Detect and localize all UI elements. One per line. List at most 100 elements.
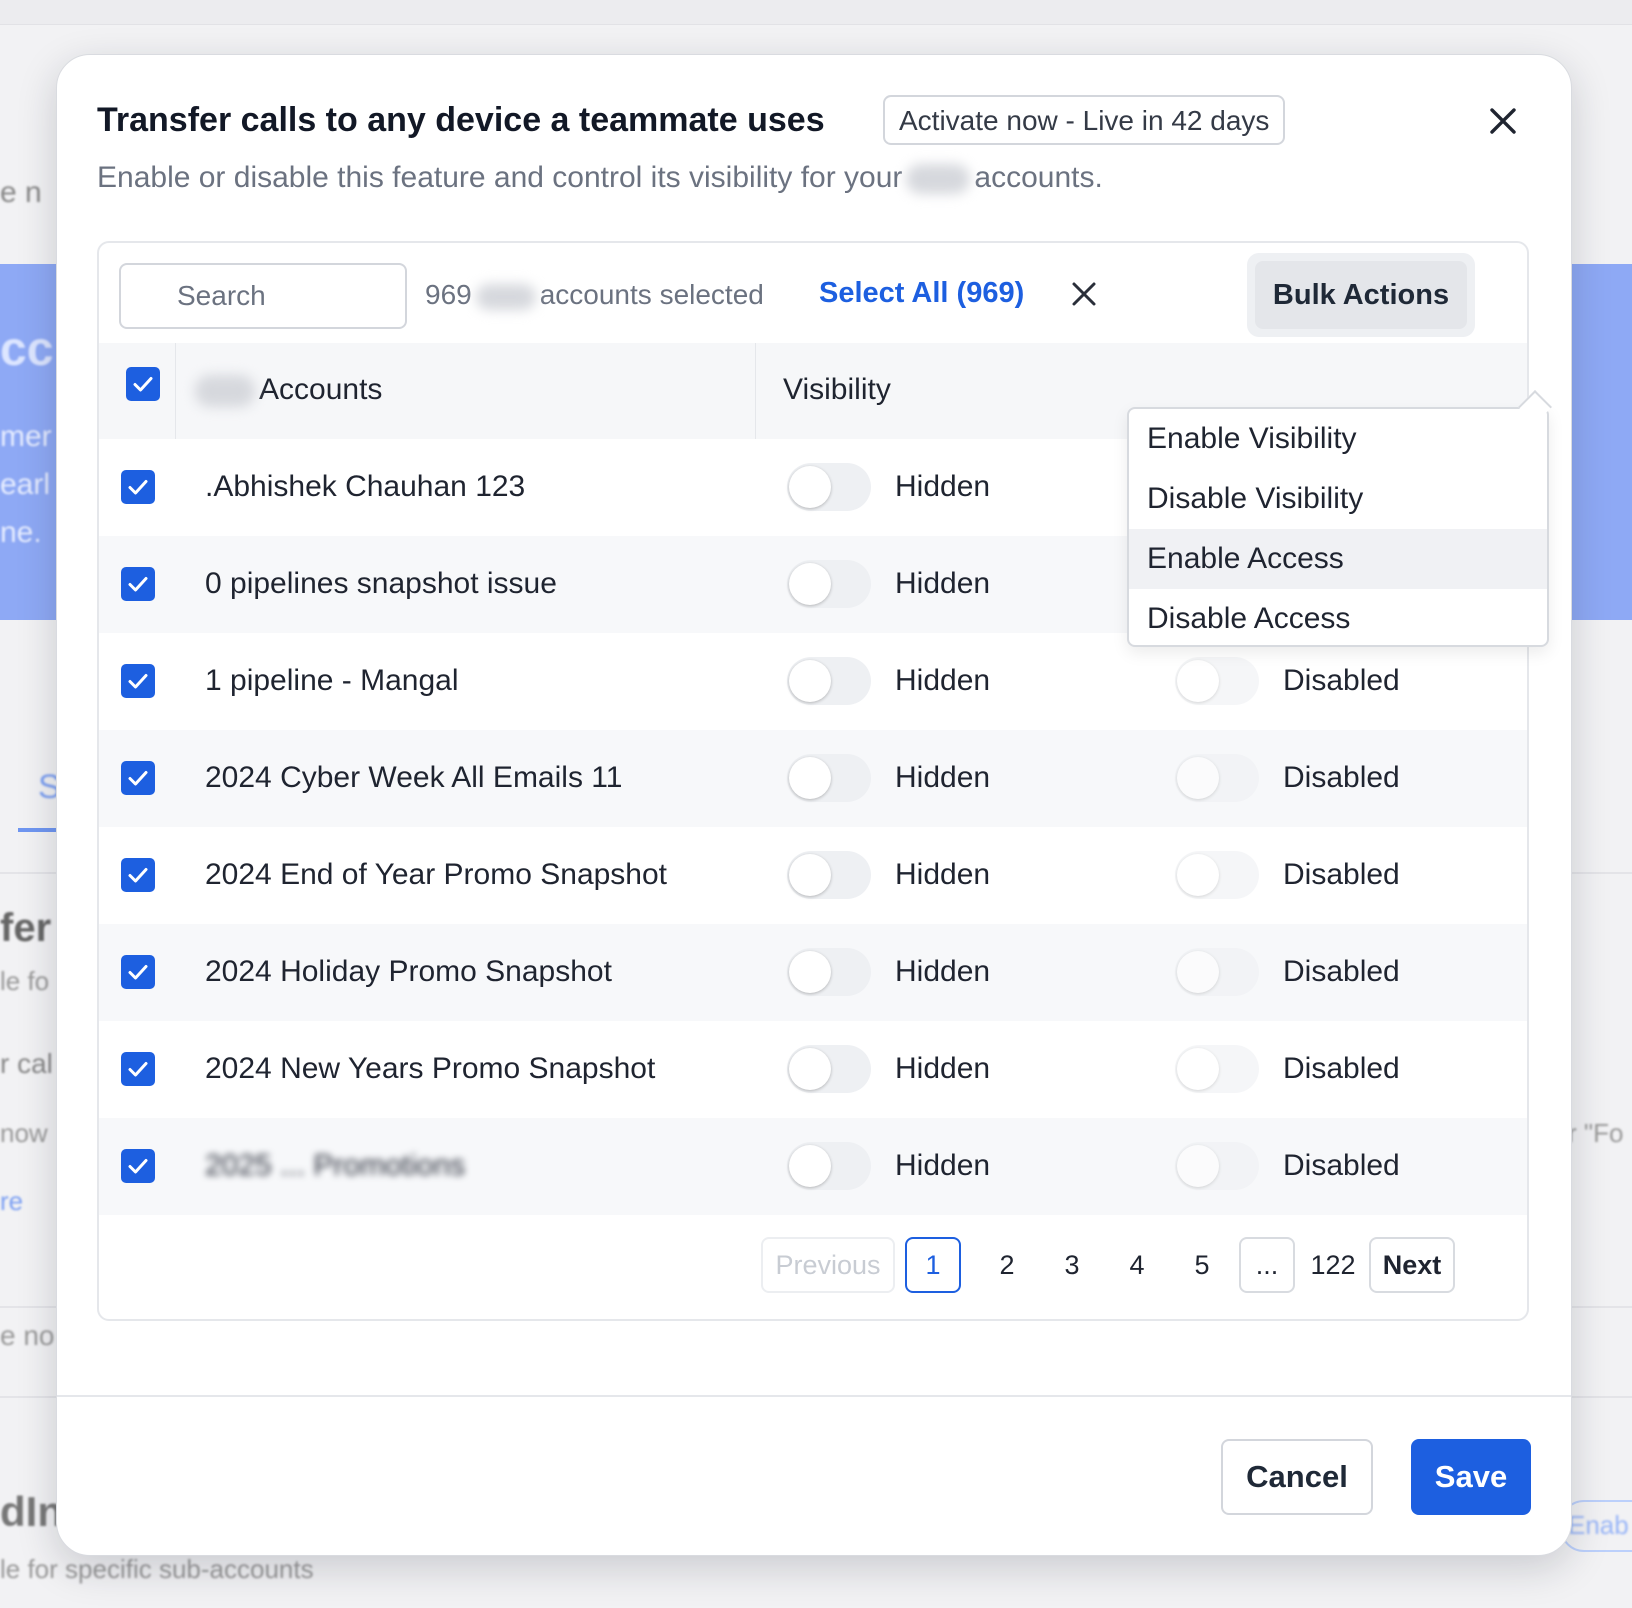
bulk-actions-menu: Enable Visibility Disable Visibility Ena… xyxy=(1127,407,1549,647)
toggle-knob xyxy=(1177,1048,1219,1090)
page-button-current[interactable]: 1 xyxy=(905,1237,961,1293)
clear-selection-icon[interactable] xyxy=(1069,279,1099,309)
visibility-status: Hidden xyxy=(895,470,991,503)
selection-count: 969 accounts selected xyxy=(425,279,764,311)
toggle-knob xyxy=(789,466,831,508)
background-text: Enab xyxy=(1568,1510,1629,1540)
bulk-actions-focus-ring: Bulk Actions xyxy=(1247,253,1475,337)
table-row: 2024 End of Year Promo Snapshot Hidden D… xyxy=(99,827,1527,924)
access-status: Disabled xyxy=(1283,1149,1400,1182)
toggle-knob xyxy=(1177,951,1219,993)
access-status: Disabled xyxy=(1283,664,1400,697)
background-text: dIn xyxy=(0,1488,63,1535)
background-text: r cal xyxy=(0,1048,53,1079)
toggle-knob xyxy=(789,660,831,702)
background-text: e no xyxy=(0,1320,55,1351)
close-icon[interactable] xyxy=(1485,103,1521,139)
row-checkbox[interactable] xyxy=(121,1052,155,1086)
toggle-knob xyxy=(1177,757,1219,799)
visibility-toggle[interactable] xyxy=(787,851,871,899)
redacted-text xyxy=(195,375,255,408)
access-toggle[interactable] xyxy=(1175,948,1259,996)
background-text: e n xyxy=(0,176,42,209)
bulk-actions-button[interactable]: Bulk Actions xyxy=(1255,261,1467,329)
table-row: 2024 New Years Promo Snapshot Hidden Dis… xyxy=(99,1021,1527,1118)
table-row: 2024 Cyber Week All Emails 11 Hidden Dis… xyxy=(99,730,1527,827)
row-checkbox[interactable] xyxy=(121,664,155,698)
background-text: fer xyxy=(0,906,52,950)
activation-badge: Activate now - Live in 42 days xyxy=(883,95,1286,145)
background-topbar xyxy=(0,0,1632,25)
access-toggle[interactable] xyxy=(1175,1045,1259,1093)
row-checkbox[interactable] xyxy=(121,761,155,795)
checkmark-icon xyxy=(128,674,148,689)
page-ellipsis-button[interactable]: ... xyxy=(1239,1237,1295,1293)
access-status: Disabled xyxy=(1283,761,1400,794)
column-divider xyxy=(755,343,756,439)
access-toggle[interactable] xyxy=(1175,754,1259,802)
visibility-toggle[interactable] xyxy=(787,463,871,511)
background-text: re xyxy=(0,1186,24,1216)
visibility-toggle[interactable] xyxy=(787,1142,871,1190)
toggle-knob xyxy=(1177,660,1219,702)
subtitle-suffix: accounts. xyxy=(974,161,1103,194)
access-toggle[interactable] xyxy=(1175,657,1259,705)
page-button[interactable]: 2 xyxy=(979,1237,1035,1293)
next-page-button[interactable]: Next xyxy=(1369,1237,1455,1293)
row-checkbox[interactable] xyxy=(121,858,155,892)
background-tab-underline xyxy=(18,828,58,832)
access-toggle[interactable] xyxy=(1175,851,1259,899)
visibility-status: Hidden xyxy=(895,664,991,697)
menu-item-disable-visibility[interactable]: Disable Visibility xyxy=(1129,469,1547,529)
table-row: 2024 Holiday Promo Snapshot Hidden Disab… xyxy=(99,924,1527,1021)
account-name: .Abhishek Chauhan 123 xyxy=(205,470,526,503)
row-checkbox[interactable] xyxy=(121,470,155,504)
checkmark-icon xyxy=(128,1159,148,1174)
access-status: Disabled xyxy=(1283,1052,1400,1085)
column-header-visibility: Visibility xyxy=(783,373,891,406)
row-checkbox[interactable] xyxy=(121,955,155,989)
background-text: le for specific sub-accounts xyxy=(0,1554,314,1584)
background-text: le fo xyxy=(0,966,50,996)
background-text: earl xyxy=(0,468,51,501)
account-name: 2024 End of Year Promo Snapshot xyxy=(205,858,668,891)
select-all-checkbox[interactable] xyxy=(126,367,160,401)
visibility-toggle[interactable] xyxy=(787,1045,871,1093)
menu-item-enable-access[interactable]: Enable Access xyxy=(1129,529,1547,589)
pagination: Previous 1 2 3 4 5 ... 122 Next xyxy=(99,1215,1527,1319)
access-toggle[interactable] xyxy=(1175,1142,1259,1190)
checkmark-icon xyxy=(133,377,153,392)
redacted-text xyxy=(906,164,971,195)
checkmark-icon xyxy=(128,868,148,883)
visibility-status: Hidden xyxy=(895,761,991,794)
page-button[interactable]: 5 xyxy=(1174,1237,1230,1293)
visibility-status: Hidden xyxy=(895,567,991,600)
checkmark-icon xyxy=(128,965,148,980)
visibility-toggle[interactable] xyxy=(787,948,871,996)
background-text: cc xyxy=(0,323,54,376)
account-name: 1 pipeline - Mangal xyxy=(205,664,459,697)
selected-suffix: accounts selected xyxy=(539,279,764,310)
previous-page-button[interactable]: Previous xyxy=(761,1237,895,1293)
page-button[interactable]: 3 xyxy=(1044,1237,1100,1293)
visibility-toggle[interactable] xyxy=(787,560,871,608)
save-button[interactable]: Save xyxy=(1411,1439,1531,1515)
visibility-toggle[interactable] xyxy=(787,657,871,705)
toggle-knob xyxy=(1177,1145,1219,1187)
row-checkbox[interactable] xyxy=(121,567,155,601)
page-button[interactable]: 4 xyxy=(1109,1237,1165,1293)
visibility-toggle[interactable] xyxy=(787,754,871,802)
menu-item-enable-visibility[interactable]: Enable Visibility xyxy=(1129,409,1547,469)
row-checkbox[interactable] xyxy=(121,1149,155,1183)
menu-item-disable-access[interactable]: Disable Access xyxy=(1129,589,1547,649)
footer-divider xyxy=(57,1395,1571,1397)
selected-number: 969 xyxy=(425,279,472,310)
feature-modal: Transfer calls to any device a teammate … xyxy=(56,54,1572,1556)
account-name-redacted: 2025 ... Promotions xyxy=(205,1149,466,1182)
background-text: r "Fo xyxy=(1568,1118,1624,1148)
page-button-last[interactable]: 122 xyxy=(1301,1237,1365,1293)
subtitle-prefix: Enable or disable this feature and contr… xyxy=(97,161,903,194)
search-input[interactable] xyxy=(119,263,407,329)
cancel-button[interactable]: Cancel xyxy=(1221,1439,1373,1515)
select-all-link[interactable]: Select All (969) xyxy=(819,277,1024,310)
